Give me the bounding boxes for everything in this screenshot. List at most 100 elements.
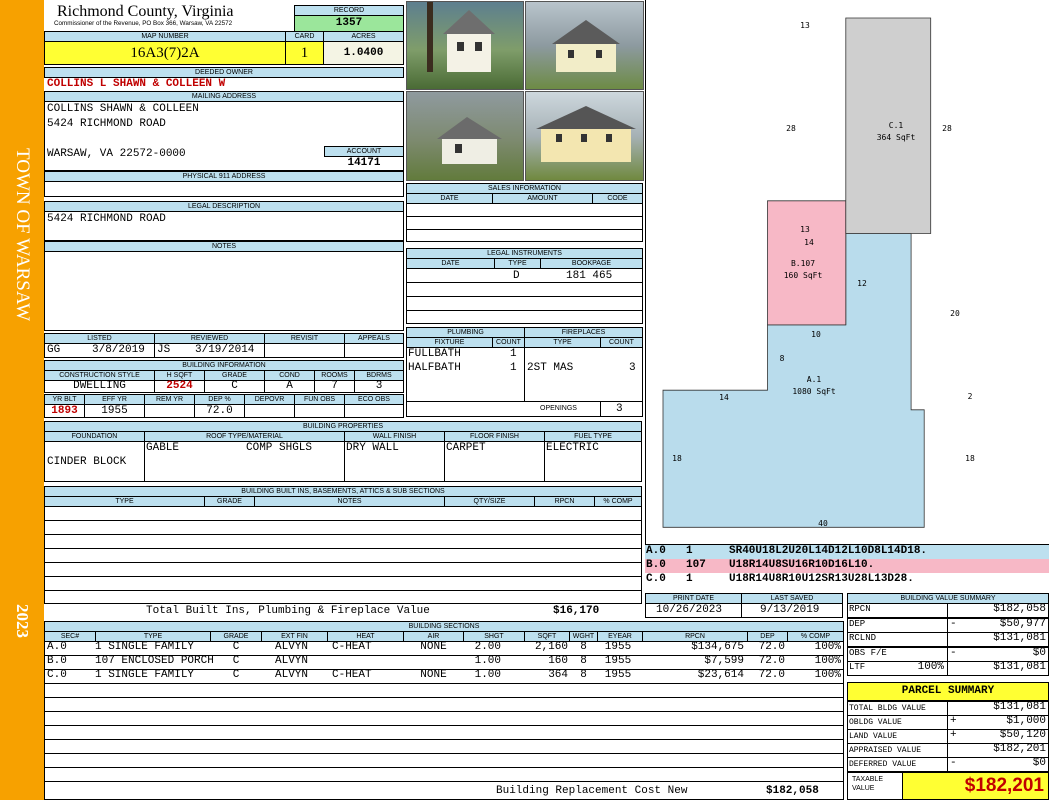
built-ins-rows-rule (44, 548, 642, 549)
value-rule (947, 646, 948, 662)
vector-count-2: 1 (686, 573, 693, 585)
deeded-owner: COLLINS L SHAWN & COLLEEN W (47, 78, 226, 90)
value-key-1: DEP (849, 618, 866, 629)
section-0-9: 1955 (604, 641, 632, 653)
parcel-key-3: APPRAISED VALUE (849, 746, 922, 755)
parcel-sign-4: - (950, 757, 957, 769)
sections-rule (44, 725, 844, 726)
section-2-8: 8 (580, 669, 587, 681)
vector-code-2: C.0 (646, 573, 666, 585)
section-2-7: 364 (548, 669, 568, 681)
bp-rule (344, 441, 345, 482)
sketch-dimension-4: 14 (804, 238, 814, 247)
section-2-6: 1.00 (474, 669, 501, 681)
taxable-value: $182,201 (902, 772, 1049, 800)
value-key-0: RPCN (849, 604, 871, 614)
legal-description: 5424 RICHMOND ROAD (47, 213, 166, 225)
sketch-dimension-13: 40 (818, 519, 828, 528)
sketch-dimension-7: 10 (811, 330, 821, 339)
sales-rows (406, 203, 643, 242)
area-a-sqft: 1080 SqFt (792, 387, 836, 396)
openings-rule (600, 401, 601, 417)
vector-count-1: 107 (686, 559, 706, 571)
bi-value-3: A (286, 380, 293, 392)
notes-box (44, 251, 404, 331)
section-2-12: 100% (814, 669, 841, 681)
bp-rule (544, 441, 545, 482)
bi-value-1: 2524 (166, 380, 193, 392)
sketch-dimension-8: 8 (780, 354, 785, 363)
county-title: Richmond County, Virginia (57, 3, 234, 20)
bi2-value-1: 1955 (101, 405, 128, 417)
built-ins-rows-rule (44, 562, 642, 563)
parcel-rule (947, 743, 948, 758)
section-1-0: B.0 (47, 655, 67, 667)
sales-rows-rule (406, 229, 643, 230)
section-0-11: 72.0 (758, 641, 785, 653)
value-amount-1: $50,977 (999, 617, 1046, 630)
tax-year: 2023 (13, 604, 32, 638)
parcel-rule (947, 729, 948, 744)
section-1-10: $7,599 (704, 655, 744, 667)
section-0-0: A.0 (47, 641, 67, 653)
legal-rows-rule (406, 282, 643, 283)
vector-text-2: U18R14U8R10U12SR13U28L13D28. (729, 573, 914, 585)
section-0-7: 2,160 (534, 641, 568, 653)
section-1-8: 8 (580, 655, 587, 667)
built-ins-rows-rule (44, 520, 642, 521)
section-2-1: 1 SINGLE FAMILY (95, 669, 195, 681)
parcel-rule (947, 701, 948, 716)
plumbing-body (406, 347, 525, 402)
parcel-amount-0: $131,081 (993, 701, 1046, 713)
section-0-3: ALVYN (275, 641, 309, 653)
town-name: TOWN OF WARSAW (12, 148, 33, 322)
section-0-6: 2.00 (474, 641, 501, 653)
sales-rows-rule (406, 216, 643, 217)
house-photo-3 (406, 91, 524, 181)
sections-rule (44, 767, 844, 768)
vector-text-0: SR40U18L2U20L14D12L10D8L14D18. (729, 545, 928, 557)
sketch-panel: C.1 364 SqFt 13 28 28 13 14 12 20 10 8 14 2 18 18 40 B.1… (645, 0, 1049, 545)
bi-value-5: 3 (375, 380, 383, 392)
sketch-dimension-0: 13 (800, 21, 810, 30)
sections-rule (44, 781, 844, 782)
section-2-10: $23,614 (697, 669, 744, 681)
building-sketch: C.1 364 SqFt 13 28 28 13 14 12 20 10 8 14 2 18 18 40 B.1… (662, 17, 975, 528)
section-2-0: C.0 (47, 669, 67, 681)
section-1-3: ALVYN (275, 655, 309, 667)
sketch-dimension-6: 20 (950, 309, 960, 318)
section-2-5: NONE (420, 669, 447, 681)
parcel-key-1: OBLDG VALUE (849, 718, 902, 727)
account-number: 14171 (347, 157, 381, 169)
section-1-6: 1.00 (474, 655, 501, 667)
sections-rule (44, 739, 844, 740)
bi-value-2: C (231, 380, 238, 392)
section-1-12: 100% (814, 655, 841, 667)
parcel-sign-1: + (950, 715, 957, 727)
house-photo-4 (525, 91, 644, 181)
area-c-sqft: 364 SqFt (877, 133, 916, 142)
sketch-dimension-3: 13 (800, 225, 810, 234)
section-2-4: C-HEAT (332, 669, 372, 681)
built-ins-total: $16,170 (553, 605, 600, 617)
value-key-2: RCLND (849, 633, 877, 643)
section-0-5: NONE (420, 641, 447, 653)
mailing-line-1: COLLINS SHAWN & COLLEEN (47, 103, 199, 115)
value-amount-0: $182,058 (993, 603, 1046, 615)
sections-rule (44, 697, 844, 698)
section-0-10: $134,675 (691, 641, 744, 653)
section-0-4: C-HEAT (332, 641, 372, 653)
last-saved-date: 9/13/2019 (760, 604, 820, 616)
fireplace-body (524, 347, 643, 402)
value-amount-4: $131,081 (993, 661, 1046, 673)
record-number: 1357 (294, 15, 404, 32)
vector-code-1: B.0 (646, 559, 666, 571)
physical-911-box (44, 181, 404, 197)
parcel-amount-4: $0 (1032, 757, 1046, 769)
sketch-dimension-9: 14 (719, 393, 729, 402)
reviewer: JS (157, 344, 171, 356)
area-b-sqft: 160 SqFt (784, 271, 823, 280)
value-key-4: LTF (849, 662, 866, 672)
lister: GG (47, 344, 61, 356)
side-banner: TOWN OF WARSAW 2023 (0, 0, 44, 800)
